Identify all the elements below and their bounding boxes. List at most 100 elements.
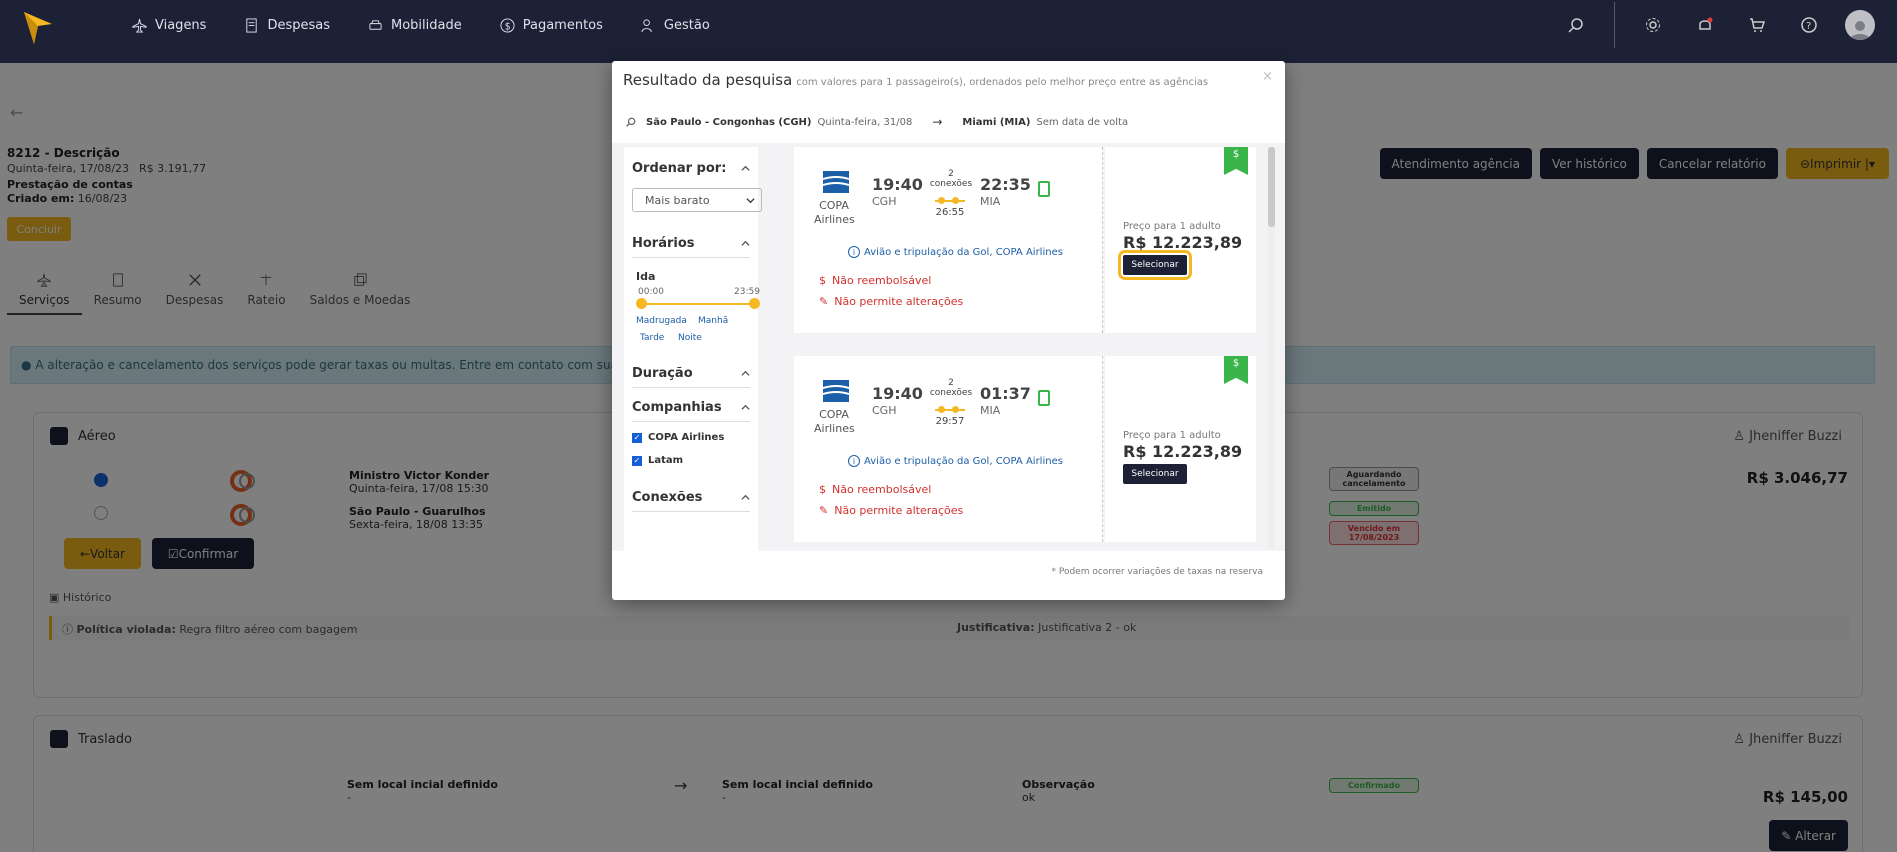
period-manha[interactable]: Manhã xyxy=(698,316,728,326)
price-label: Preço para 1 adulto xyxy=(1123,221,1221,232)
slider-handle-end[interactable] xyxy=(749,298,760,309)
chevron-up-icon[interactable] xyxy=(741,403,750,412)
refund-text: Não reembolsável xyxy=(832,274,932,287)
results-body[interactable]: Ordenar por: Mais barato Horários Ida 00… xyxy=(612,143,1285,551)
baggage-icon xyxy=(1038,181,1050,197)
route-dest-date: Sem data de volta xyxy=(1036,116,1129,128)
best-price-ribbon: $ xyxy=(1224,356,1248,384)
bell-icon[interactable] xyxy=(1697,17,1713,33)
modal-subtitle: com valores para 1 passageiro(s), ordena… xyxy=(796,77,1209,88)
flight-duration: 29:57 xyxy=(935,416,965,427)
chevron-up-icon[interactable] xyxy=(741,493,750,502)
operated-by[interactable]: i Avião e tripulação da Gol, COPA Airline… xyxy=(848,246,1063,258)
flight-price-card: $ Preço para 1 adulto R$ 12.223,89 Selec… xyxy=(1105,356,1256,542)
results-scrollbar[interactable] xyxy=(1268,147,1275,549)
checkbox-checked-icon[interactable]: ✓ xyxy=(632,455,642,466)
flight-result-card: COPA Airlines 19:40 CGH 2 conexões 26:55… xyxy=(794,147,1103,333)
info-icon: i xyxy=(848,455,860,467)
avatar[interactable] xyxy=(1845,10,1875,40)
user-avatar-icon xyxy=(1850,21,1870,40)
route-destination: Miami (MIA) xyxy=(962,116,1031,128)
period-madrugada[interactable]: Madrugada xyxy=(636,316,687,326)
refund-rule: $ Não reembolsável xyxy=(819,483,931,496)
company-option[interactable]: ✓ COPA Airlines xyxy=(632,432,750,443)
dollar-icon: $ xyxy=(819,483,826,496)
operated-text: Avião e tripulação da Gol, COPA Airlines xyxy=(864,455,1063,467)
app-logo-icon[interactable] xyxy=(22,10,54,46)
select-flight-button[interactable]: Selecionar xyxy=(1118,250,1192,280)
price-label: Preço para 1 adulto xyxy=(1123,430,1221,441)
nav-viagens[interactable]: Viagens xyxy=(132,18,206,33)
changes-text: Não permite alterações xyxy=(834,504,964,517)
nav-mobilidade[interactable]: Mobilidade xyxy=(368,18,462,33)
time-min: 00:00 xyxy=(638,287,664,297)
price-value: R$ 12.223,89 xyxy=(1123,442,1243,461)
baggage-icon xyxy=(1038,390,1050,406)
chevron-up-icon[interactable] xyxy=(741,369,750,378)
svg-text:$: $ xyxy=(504,21,510,32)
close-icon[interactable]: × xyxy=(1262,69,1273,84)
price-value: R$ 12.223,89 xyxy=(1123,233,1243,252)
departure-time: 19:40 xyxy=(872,384,923,403)
top-navbar: Viagens Despesas Mobilidade $ Pagamentos… xyxy=(0,0,1897,63)
dollar-icon: $ xyxy=(500,17,515,33)
arrival-airport: MIA xyxy=(980,195,1001,208)
nav-gestao[interactable]: Gestão xyxy=(641,18,710,33)
connections-count: 2 conexões xyxy=(929,378,973,398)
chevron-down-icon xyxy=(746,197,755,203)
receipt-icon xyxy=(246,17,258,33)
companies-label: Companhias xyxy=(632,400,722,415)
order-value: Mais barato xyxy=(645,193,710,207)
edit-icon: ✎ xyxy=(819,295,829,308)
operated-by[interactable]: i Avião e tripulação da Gol, COPA Airline… xyxy=(848,455,1063,467)
flight-duration: 26:55 xyxy=(935,207,965,218)
nav-label: Gestão xyxy=(663,17,710,33)
period-tarde[interactable]: Tarde xyxy=(640,333,664,343)
connections-label: Conexões xyxy=(632,490,703,505)
slider-handle-start[interactable] xyxy=(636,298,647,309)
nav-pagamentos[interactable]: $ Pagamentos xyxy=(500,18,603,33)
time-slider-track[interactable] xyxy=(642,303,754,305)
copa-logo-icon xyxy=(823,380,849,402)
schedule-filter: Ida 00:00 23:59 Madrugada Manhã Tarde No… xyxy=(632,258,760,354)
search-icon[interactable] xyxy=(1568,17,1584,33)
company-option[interactable]: ✓ Latam xyxy=(632,455,750,466)
gear-icon[interactable] xyxy=(1645,17,1661,33)
search-results-modal: Resultado da pesquisa com valores para 1 … xyxy=(612,61,1285,600)
route-origin: São Paulo - Congonhas (CGH) xyxy=(646,116,812,128)
time-max: 23:59 xyxy=(734,287,760,297)
arrival-airport: MIA xyxy=(980,404,1001,417)
duration-label: Duração xyxy=(632,366,693,381)
connections-count: 2 conexões xyxy=(929,169,973,189)
company-label: Latam xyxy=(648,455,684,466)
checkbox-checked-icon[interactable]: ✓ xyxy=(632,432,642,443)
filters-panel: Ordenar por: Mais barato Horários Ida 00… xyxy=(624,147,762,551)
modal-title: Resultado da pesquisa com valores para 1 … xyxy=(623,71,1208,89)
copa-logo-icon xyxy=(823,171,849,193)
select-flight-button[interactable]: Selecionar xyxy=(1123,464,1187,484)
order-select[interactable]: Mais barato xyxy=(632,188,762,212)
arrival-time: 22:35 xyxy=(980,175,1031,194)
nav-label: Pagamentos xyxy=(522,17,603,33)
help-icon[interactable]: ? xyxy=(1801,17,1817,33)
chevron-up-icon[interactable] xyxy=(741,164,750,173)
departure-time: 19:40 xyxy=(872,175,923,194)
search-icon xyxy=(626,117,636,127)
route-arrow: → xyxy=(932,115,943,129)
modal-footnote: * Podem ocorrer variações de taxas na re… xyxy=(1051,567,1264,577)
cart-icon[interactable] xyxy=(1749,17,1765,33)
scrollbar-thumb[interactable] xyxy=(1268,147,1275,227)
connection-dot xyxy=(938,197,945,204)
departure-airport: CGH xyxy=(872,195,897,208)
chevron-up-icon[interactable] xyxy=(741,239,750,248)
users-icon xyxy=(641,18,652,32)
nav-despesas[interactable]: Despesas xyxy=(244,18,330,33)
dollar-icon: $ xyxy=(819,274,826,287)
period-noite[interactable]: Noite xyxy=(678,333,702,343)
airline-name: COPA Airlines xyxy=(814,199,855,226)
search-route: São Paulo - Congonhas (CGH) Quinta-feira… xyxy=(626,115,1128,129)
ida-label: Ida xyxy=(636,270,656,283)
change-rule: ✎ Não permite alterações xyxy=(819,504,963,517)
nav-label: Mobilidade xyxy=(391,17,462,33)
modal-title-text: Resultado da pesquisa xyxy=(623,71,793,89)
